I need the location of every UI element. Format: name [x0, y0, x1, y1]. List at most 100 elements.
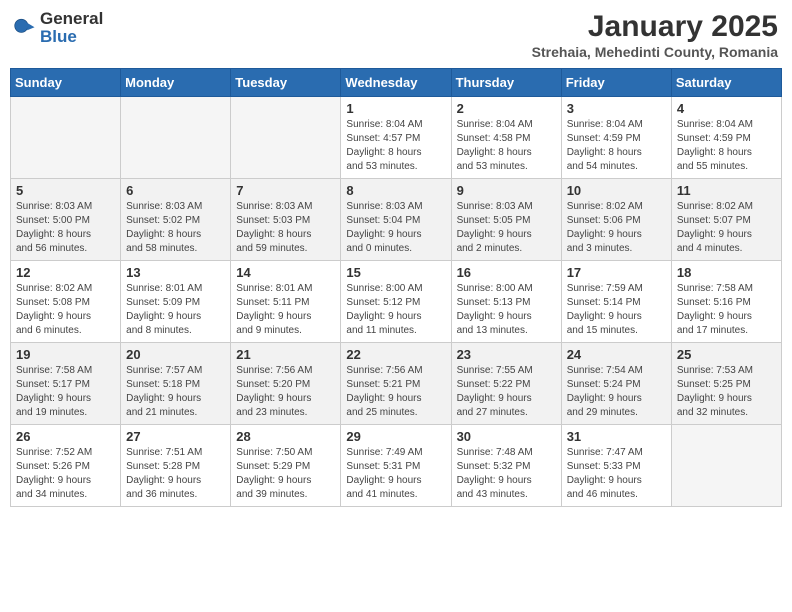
calendar-cell [121, 97, 231, 179]
calendar-cell: 31 Sunrise: 7:47 AM Sunset: 5:33 PM Dayli… [561, 425, 671, 507]
day-info: Sunrise: 7:48 AM Sunset: 5:32 PM Dayligh… [457, 446, 556, 502]
day-info: Sunrise: 7:56 AM Sunset: 5:20 PM Dayligh… [236, 364, 335, 420]
calendar-cell: 7 Sunrise: 8:03 AM Sunset: 5:03 PM Daylig… [231, 179, 341, 261]
logo-blue-text: Blue [40, 27, 77, 46]
calendar-cell: 28 Sunrise: 7:50 AM Sunset: 5:29 PM Dayli… [231, 425, 341, 507]
week-row-3: 12 Sunrise: 8:02 AM Sunset: 5:08 PM Dayli… [11, 261, 782, 343]
day-info: Sunrise: 8:03 AM Sunset: 5:03 PM Dayligh… [236, 200, 335, 256]
day-info: Sunrise: 8:01 AM Sunset: 5:09 PM Dayligh… [126, 282, 225, 338]
calendar-cell [11, 97, 121, 179]
calendar-cell: 25 Sunrise: 7:53 AM Sunset: 5:25 PM Dayli… [671, 343, 781, 425]
calendar-cell: 6 Sunrise: 8:03 AM Sunset: 5:02 PM Daylig… [121, 179, 231, 261]
day-number: 11 [677, 183, 776, 198]
day-info: Sunrise: 8:02 AM Sunset: 5:07 PM Dayligh… [677, 200, 776, 256]
calendar-cell: 20 Sunrise: 7:57 AM Sunset: 5:18 PM Dayli… [121, 343, 231, 425]
day-info: Sunrise: 7:59 AM Sunset: 5:14 PM Dayligh… [567, 282, 666, 338]
day-number: 25 [677, 347, 776, 362]
weekday-header-sunday: Sunday [11, 69, 121, 97]
day-info: Sunrise: 7:47 AM Sunset: 5:33 PM Dayligh… [567, 446, 666, 502]
day-number: 12 [16, 265, 115, 280]
day-number: 10 [567, 183, 666, 198]
calendar-cell: 27Sunrise: 7:51 AM Sunset: 5:28 PM Dayli… [121, 425, 231, 507]
day-number: 2 [457, 101, 556, 116]
weekday-header-thursday: Thursday [451, 69, 561, 97]
day-number: 3 [567, 101, 666, 116]
calendar-cell: 23Sunrise: 7:55 AM Sunset: 5:22 PM Dayli… [451, 343, 561, 425]
calendar-cell: 13 Sunrise: 8:01 AM Sunset: 5:09 PM Dayli… [121, 261, 231, 343]
weekday-header-friday: Friday [561, 69, 671, 97]
calendar-cell: 17 Sunrise: 7:59 AM Sunset: 5:14 PM Dayli… [561, 261, 671, 343]
calendar-cell: 15 Sunrise: 8:00 AM Sunset: 5:12 PM Dayli… [341, 261, 451, 343]
page-header: General Blue January 2025 Strehaia, Mehe… [10, 10, 782, 60]
day-number: 1 [346, 101, 445, 116]
day-info: Sunrise: 8:04 AM Sunset: 4:57 PM Dayligh… [346, 118, 445, 174]
day-number: 24 [567, 347, 666, 362]
day-info: Sunrise: 8:04 AM Sunset: 4:59 PM Dayligh… [567, 118, 666, 174]
calendar-cell: 30 Sunrise: 7:48 AM Sunset: 5:32 PM Dayli… [451, 425, 561, 507]
day-info: Sunrise: 7:53 AM Sunset: 5:25 PM Dayligh… [677, 364, 776, 420]
calendar-cell: 3 Sunrise: 8:04 AM Sunset: 4:59 PM Daylig… [561, 97, 671, 179]
day-number: 17 [567, 265, 666, 280]
day-number: 20 [126, 347, 225, 362]
calendar-cell: 19 Sunrise: 7:58 AM Sunset: 5:17 PM Dayli… [11, 343, 121, 425]
calendar-cell: 11 Sunrise: 8:02 AM Sunset: 5:07 PM Dayli… [671, 179, 781, 261]
calendar-cell: 21 Sunrise: 7:56 AM Sunset: 5:20 PM Dayli… [231, 343, 341, 425]
day-number: 28 [236, 429, 335, 444]
day-number: 5 [16, 183, 115, 198]
day-number: 13 [126, 265, 225, 280]
calendar-cell: 14 Sunrise: 8:01 AM Sunset: 5:11 PM Dayli… [231, 261, 341, 343]
day-info: Sunrise: 8:00 AM Sunset: 5:12 PM Dayligh… [346, 282, 445, 338]
day-info: Sunrise: 8:02 AM Sunset: 5:08 PM Dayligh… [16, 282, 115, 338]
weekday-header-wednesday: Wednesday [341, 69, 451, 97]
day-number: 27 [126, 429, 225, 444]
title-area: January 2025 Strehaia, Mehedinti County,… [532, 10, 778, 60]
calendar-cell: 4 Sunrise: 8:04 AM Sunset: 4:59 PM Daylig… [671, 97, 781, 179]
calendar-cell [671, 425, 781, 507]
calendar-table: SundayMondayTuesdayWednesdayThursdayFrid… [10, 68, 782, 507]
day-number: 6 [126, 183, 225, 198]
logo: General Blue [14, 10, 103, 46]
day-info: Sunrise: 7:58 AM Sunset: 5:17 PM Dayligh… [16, 364, 115, 420]
day-number: 30 [457, 429, 556, 444]
calendar-cell: 24 Sunrise: 7:54 AM Sunset: 5:24 PM Dayli… [561, 343, 671, 425]
calendar-cell: 2Sunrise: 8:04 AM Sunset: 4:58 PM Daylig… [451, 97, 561, 179]
calendar-cell: 29Sunrise: 7:49 AM Sunset: 5:31 PM Dayli… [341, 425, 451, 507]
day-info: Sunrise: 8:02 AM Sunset: 5:06 PM Dayligh… [567, 200, 666, 256]
weekday-header-tuesday: Tuesday [231, 69, 341, 97]
day-info: Sunrise: 7:54 AM Sunset: 5:24 PM Dayligh… [567, 364, 666, 420]
day-info: Sunrise: 8:03 AM Sunset: 5:02 PM Dayligh… [126, 200, 225, 256]
day-info: Sunrise: 8:01 AM Sunset: 5:11 PM Dayligh… [236, 282, 335, 338]
day-info: Sunrise: 8:03 AM Sunset: 5:00 PM Dayligh… [16, 200, 115, 256]
calendar-cell [231, 97, 341, 179]
day-number: 8 [346, 183, 445, 198]
weekday-header-monday: Monday [121, 69, 231, 97]
week-row-4: 19 Sunrise: 7:58 AM Sunset: 5:17 PM Dayli… [11, 343, 782, 425]
day-info: Sunrise: 8:04 AM Sunset: 4:59 PM Dayligh… [677, 118, 776, 174]
day-number: 7 [236, 183, 335, 198]
day-number: 19 [16, 347, 115, 362]
day-info: Sunrise: 7:57 AM Sunset: 5:18 PM Dayligh… [126, 364, 225, 420]
weekday-header-row: SundayMondayTuesdayWednesdayThursdayFrid… [11, 69, 782, 97]
day-info: Sunrise: 7:56 AM Sunset: 5:21 PM Dayligh… [346, 364, 445, 420]
day-number: 4 [677, 101, 776, 116]
week-row-2: 5 Sunrise: 8:03 AM Sunset: 5:00 PM Daylig… [11, 179, 782, 261]
week-row-1: 1 Sunrise: 8:04 AM Sunset: 4:57 PM Daylig… [11, 97, 782, 179]
day-info: Sunrise: 7:50 AM Sunset: 5:29 PM Dayligh… [236, 446, 335, 502]
calendar-cell: 9Sunrise: 8:03 AM Sunset: 5:05 PM Daylig… [451, 179, 561, 261]
logo-icon [14, 17, 36, 39]
day-info: Sunrise: 8:00 AM Sunset: 5:13 PM Dayligh… [457, 282, 556, 338]
day-number: 16 [457, 265, 556, 280]
day-number: 14 [236, 265, 335, 280]
calendar-title: January 2025 [532, 10, 778, 44]
calendar-subtitle: Strehaia, Mehedinti County, Romania [532, 44, 778, 60]
day-number: 15 [346, 265, 445, 280]
day-number: 21 [236, 347, 335, 362]
logo-general-text: General [40, 9, 103, 28]
calendar-cell: 16 Sunrise: 8:00 AM Sunset: 5:13 PM Dayli… [451, 261, 561, 343]
day-info: Sunrise: 8:03 AM Sunset: 5:04 PM Dayligh… [346, 200, 445, 256]
calendar-cell: 18Sunrise: 7:58 AM Sunset: 5:16 PM Dayli… [671, 261, 781, 343]
day-number: 26 [16, 429, 115, 444]
day-info: Sunrise: 7:55 AM Sunset: 5:22 PM Dayligh… [457, 364, 556, 420]
calendar-cell: 10 Sunrise: 8:02 AM Sunset: 5:06 PM Dayli… [561, 179, 671, 261]
day-number: 31 [567, 429, 666, 444]
